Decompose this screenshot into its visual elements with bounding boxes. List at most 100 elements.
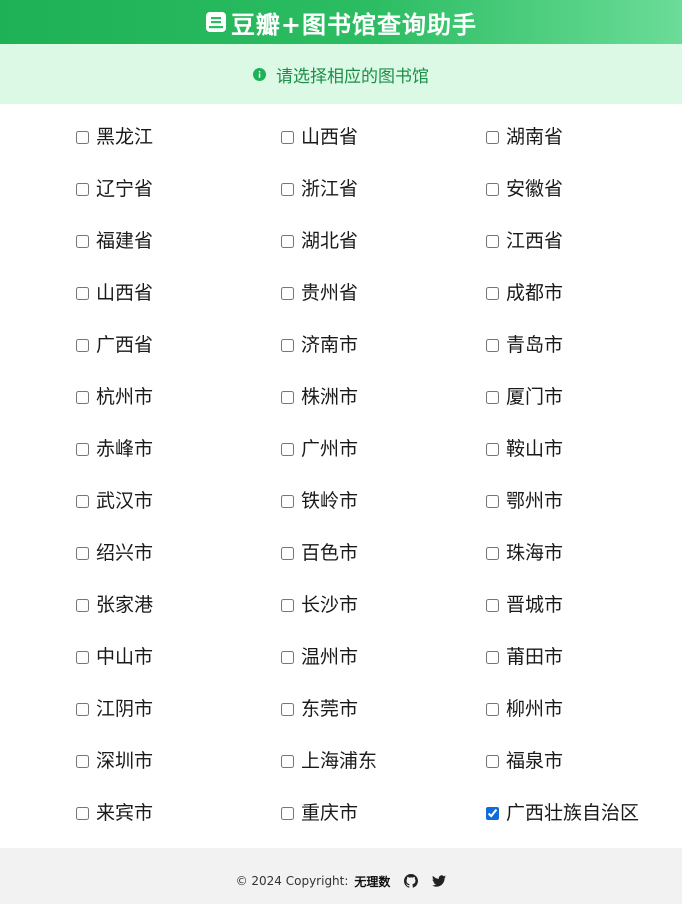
library-option[interactable]: 鞍山市 [486,436,682,488]
library-option[interactable]: 浙江省 [281,176,486,228]
library-checkbox[interactable] [486,547,499,560]
library-label: 湖北省 [301,230,359,252]
library-label: 广西壮族自治区 [506,802,640,824]
library-option[interactable]: 成都市 [486,280,682,332]
library-option[interactable]: 广西壮族自治区 [486,800,682,852]
library-checkbox[interactable] [486,391,499,404]
library-option[interactable]: 武汉市 [76,488,281,540]
library-option[interactable]: 福泉市 [486,748,682,800]
library-checkbox[interactable] [281,443,294,456]
library-checkbox[interactable] [281,703,294,716]
library-option[interactable]: 济南市 [281,332,486,384]
library-option[interactable]: 山西省 [281,124,486,176]
library-checkbox[interactable] [281,547,294,560]
library-label: 莆田市 [506,646,564,668]
library-checkbox[interactable] [76,599,89,612]
library-option[interactable]: 青岛市 [486,332,682,384]
library-checkbox[interactable] [76,131,89,144]
github-icon[interactable] [404,874,419,888]
library-checkbox[interactable] [76,495,89,508]
library-checkbox[interactable] [76,287,89,300]
library-checkbox[interactable] [281,495,294,508]
library-option[interactable]: 重庆市 [281,800,486,852]
library-option[interactable]: 长沙市 [281,592,486,644]
library-option[interactable]: 百色市 [281,540,486,592]
library-checkbox[interactable] [76,391,89,404]
library-option[interactable]: 绍兴市 [76,540,281,592]
library-option[interactable]: 中山市 [76,644,281,696]
library-option[interactable]: 江西省 [486,228,682,280]
library-label: 来宾市 [96,802,154,824]
library-checkbox[interactable] [281,755,294,768]
library-checkbox[interactable] [76,547,89,560]
library-checkbox[interactable] [76,807,89,820]
library-checkbox[interactable] [486,287,499,300]
library-checkbox[interactable] [486,703,499,716]
library-option[interactable]: 珠海市 [486,540,682,592]
library-option[interactable]: 上海浦东 [281,748,486,800]
library-label: 鞍山市 [506,438,564,460]
library-label: 珠海市 [506,542,564,564]
library-label: 辽宁省 [96,178,154,200]
library-checkbox[interactable] [486,599,499,612]
library-option[interactable]: 广西省 [76,332,281,384]
library-checkbox[interactable] [486,339,499,352]
library-option[interactable]: 赤峰市 [76,436,281,488]
library-option[interactable]: 湖南省 [486,124,682,176]
library-option[interactable]: 温州市 [281,644,486,696]
library-option[interactable]: 杭州市 [76,384,281,436]
library-option[interactable]: 深圳市 [76,748,281,800]
library-option[interactable]: 辽宁省 [76,176,281,228]
library-option[interactable]: 山西省 [76,280,281,332]
library-checkbox[interactable] [281,131,294,144]
library-checkbox[interactable] [486,651,499,664]
library-label: 广州市 [301,438,359,460]
library-checkbox[interactable] [281,235,294,248]
library-option[interactable]: 莆田市 [486,644,682,696]
library-checkbox[interactable] [76,651,89,664]
library-checkbox[interactable] [76,755,89,768]
library-label: 贵州省 [301,282,359,304]
library-option[interactable]: 来宾市 [76,800,281,852]
library-checkbox[interactable] [486,807,499,820]
twitter-icon[interactable] [432,874,447,888]
library-option[interactable]: 广州市 [281,436,486,488]
library-option[interactable]: 铁岭市 [281,488,486,540]
library-option[interactable]: 株洲市 [281,384,486,436]
library-checkbox[interactable] [281,599,294,612]
library-label: 武汉市 [96,490,154,512]
library-checkbox[interactable] [281,183,294,196]
library-option[interactable]: 福建省 [76,228,281,280]
library-label: 山西省 [96,282,154,304]
library-option[interactable]: 安徽省 [486,176,682,228]
library-option[interactable]: 厦门市 [486,384,682,436]
library-checkbox[interactable] [281,807,294,820]
library-checkbox[interactable] [76,339,89,352]
library-option[interactable]: 张家港 [76,592,281,644]
library-checkbox[interactable] [76,235,89,248]
library-option[interactable]: 鄂州市 [486,488,682,540]
library-option[interactable]: 贵州省 [281,280,486,332]
library-label: 长沙市 [301,594,359,616]
library-checkbox[interactable] [76,443,89,456]
library-option[interactable]: 黑龙江 [76,124,281,176]
library-checkbox[interactable] [76,703,89,716]
library-checkbox[interactable] [486,495,499,508]
library-option[interactable]: 东莞市 [281,696,486,748]
library-option[interactable]: 柳州市 [486,696,682,748]
library-checkbox[interactable] [281,339,294,352]
library-checkbox[interactable] [281,287,294,300]
library-label: 厦门市 [506,386,564,408]
library-checkbox[interactable] [486,443,499,456]
library-checkbox[interactable] [281,391,294,404]
library-checkbox[interactable] [281,651,294,664]
copyright-text: © 2024 Copyright: [235,874,349,888]
library-option[interactable]: 江阴市 [76,696,281,748]
library-checkbox[interactable] [76,183,89,196]
library-option[interactable]: 湖北省 [281,228,486,280]
library-checkbox[interactable] [486,235,499,248]
library-checkbox[interactable] [486,183,499,196]
library-checkbox[interactable] [486,131,499,144]
library-option[interactable]: 晋城市 [486,592,682,644]
library-checkbox[interactable] [486,755,499,768]
